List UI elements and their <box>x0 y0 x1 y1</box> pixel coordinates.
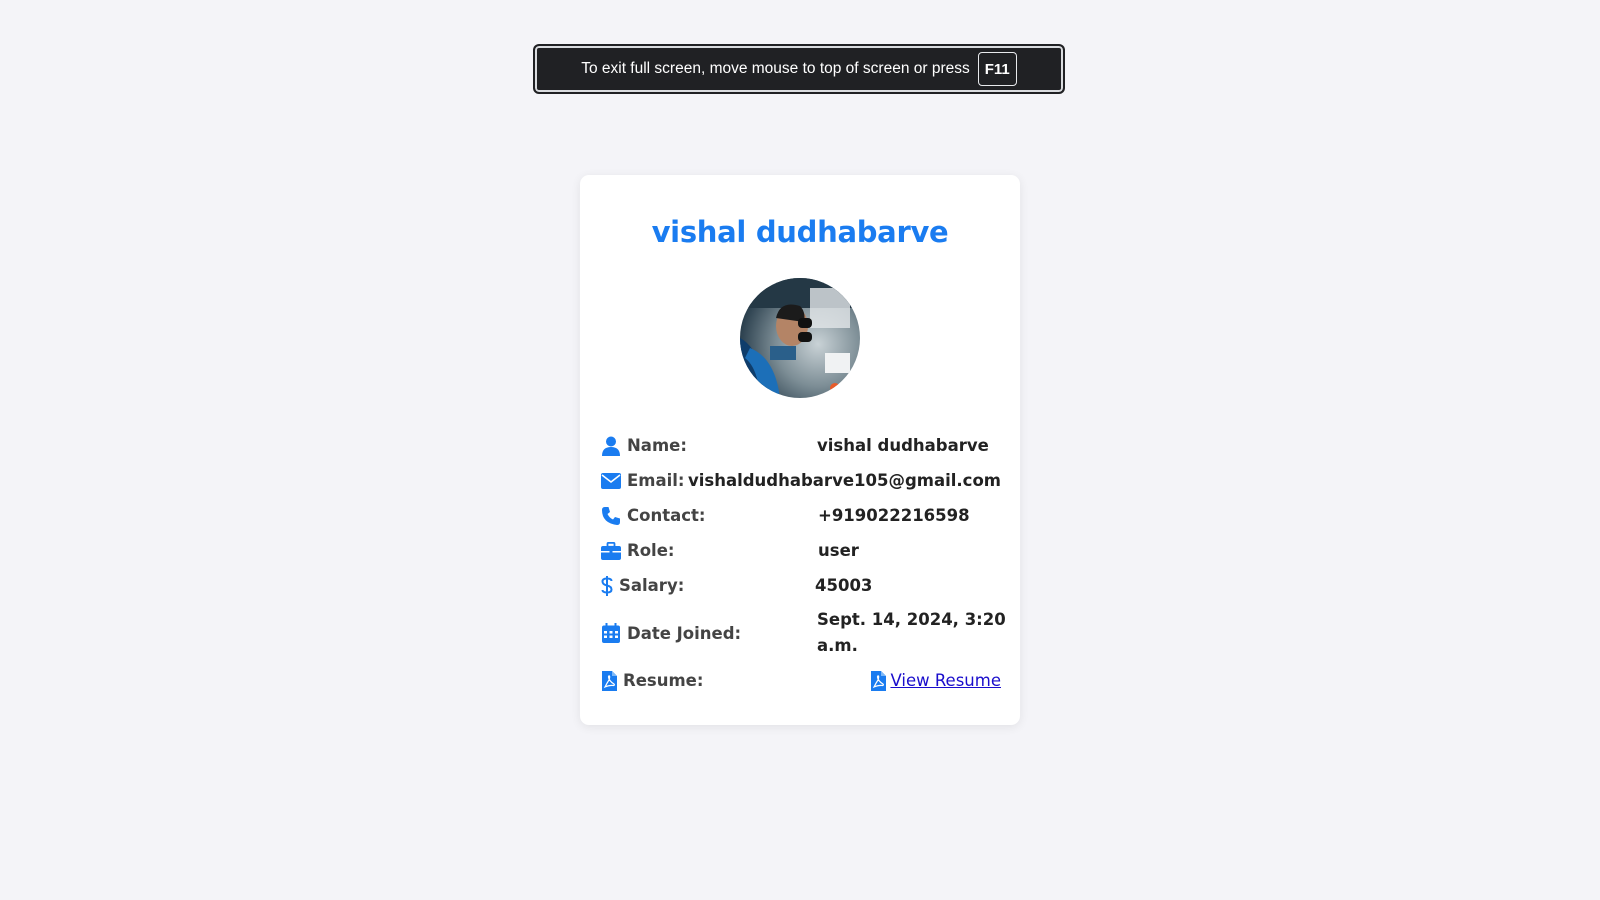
contact-value: +919022216598 <box>818 506 970 525</box>
email-row: Email: vishaldudhabarve105@gmail.com <box>599 463 1001 498</box>
resume-label: Resume: <box>623 671 704 690</box>
view-resume-link[interactable]: View Resume <box>871 670 1001 691</box>
salary-value: 45003 <box>815 576 873 595</box>
pdf-file-icon <box>599 670 619 691</box>
profile-title: vishal dudhabarve <box>651 215 949 249</box>
date-joined-label: Date Joined: <box>627 623 742 643</box>
calendar-icon <box>599 623 623 643</box>
fullscreen-exit-banner: To exit full screen, move mouse to top o… <box>534 45 1064 93</box>
envelope-icon <box>599 472 623 489</box>
profile-card: vishal dudhabarve Name: vishal dudhabarv… <box>580 175 1020 725</box>
date-joined-row: Date Joined: Sept. 14, 2024, 3:20 a.m. <box>599 603 1006 663</box>
email-value: vishaldudhabarve105@gmail.com <box>687 471 1001 490</box>
resume-row: Resume: View Resume <box>599 663 1001 698</box>
f11-key-badge: F11 <box>977 52 1017 86</box>
role-row: Role: user <box>599 533 1001 568</box>
resume-pdf-icon <box>871 670 887 691</box>
role-value: user <box>818 541 859 560</box>
dollar-icon <box>599 575 615 596</box>
briefcase-icon <box>599 541 623 560</box>
phone-icon <box>599 506 623 526</box>
contact-label: Contact: <box>627 506 706 525</box>
salary-row: Salary: 45003 <box>599 568 1001 603</box>
profile-photo <box>740 278 860 398</box>
salary-label: Salary: <box>619 576 685 595</box>
name-value: vishal dudhabarve <box>817 436 989 455</box>
profile-info: Name: vishal dudhabarve Email: vishaldud… <box>599 428 1006 698</box>
date-joined-value: Sept. 14, 2024, 3:20 a.m. <box>817 610 1006 655</box>
fullscreen-message: To exit full screen, move mouse to top o… <box>581 60 970 77</box>
name-label: Name: <box>627 436 687 455</box>
view-resume-text[interactable]: View Resume <box>890 671 1001 690</box>
email-label: Email: <box>627 471 685 490</box>
name-row: Name: vishal dudhabarve <box>599 428 1001 463</box>
user-icon <box>599 436 623 456</box>
avatar <box>740 278 860 398</box>
role-label: Role: <box>627 541 675 560</box>
contact-row: Contact: +919022216598 <box>599 498 1001 533</box>
